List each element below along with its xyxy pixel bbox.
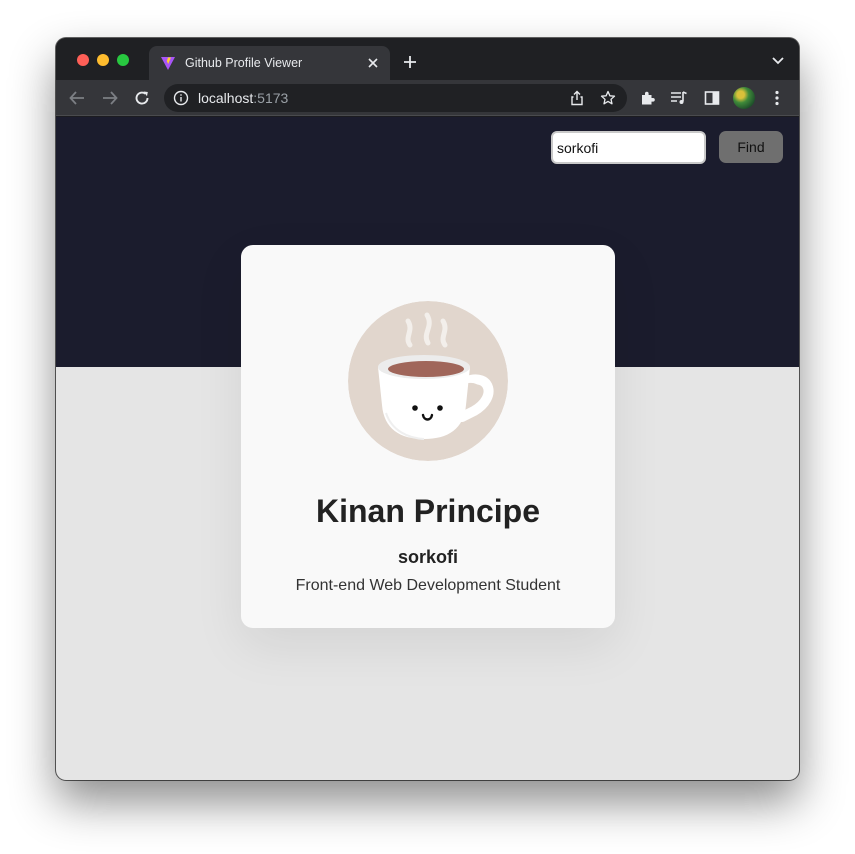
chevron-down-icon[interactable] [771,54,785,66]
window-controls [77,54,129,66]
forward-arrow-icon[interactable] [98,86,122,110]
kebab-menu-icon[interactable] [767,88,787,108]
vite-favicon-icon [161,57,175,70]
url-text: localhost:5173 [198,90,288,106]
username-search-input[interactable] [551,131,706,164]
reload-icon[interactable] [130,86,154,110]
tab-github-profile-viewer[interactable]: Github Profile Viewer [149,46,390,80]
back-arrow-icon[interactable] [65,86,89,110]
star-icon[interactable] [600,90,616,106]
url-port: :5173 [253,90,289,106]
close-window-button[interactable] [77,54,89,66]
minimize-window-button[interactable] [97,54,109,66]
browser-window: Github Profile Viewer localhost:5173 sor… [56,38,799,780]
extensions-icon[interactable] [638,88,658,108]
address-bar[interactable]: localhost:5173 [164,84,627,112]
plus-icon[interactable] [400,52,420,72]
info-icon[interactable] [173,90,189,106]
close-icon[interactable] [360,50,386,76]
maximize-window-button[interactable] [117,54,129,66]
profile-username: sorkofi [397,547,458,567]
profile-avatar[interactable] [733,87,755,109]
browser-toolbar: localhost:5173 [56,80,799,116]
coffee-cup-avatar [348,301,508,461]
profile-bio: Front-end Web Development Student [295,577,561,594]
media-icon[interactable] [669,88,689,108]
tab-title: Github Profile Viewer [185,56,303,70]
page-viewport: Find Kin [56,117,799,780]
url-host: localhost [198,90,254,106]
find-button[interactable]: Find [719,131,783,163]
side-panel-icon[interactable] [702,88,722,108]
profile-name: Kinan Principe [315,493,541,529]
profile-card: Kinan Principe sorkofi Front-end Web Dev… [241,245,615,628]
tab-strip: Github Profile Viewer [56,38,799,80]
share-icon[interactable] [569,90,585,106]
